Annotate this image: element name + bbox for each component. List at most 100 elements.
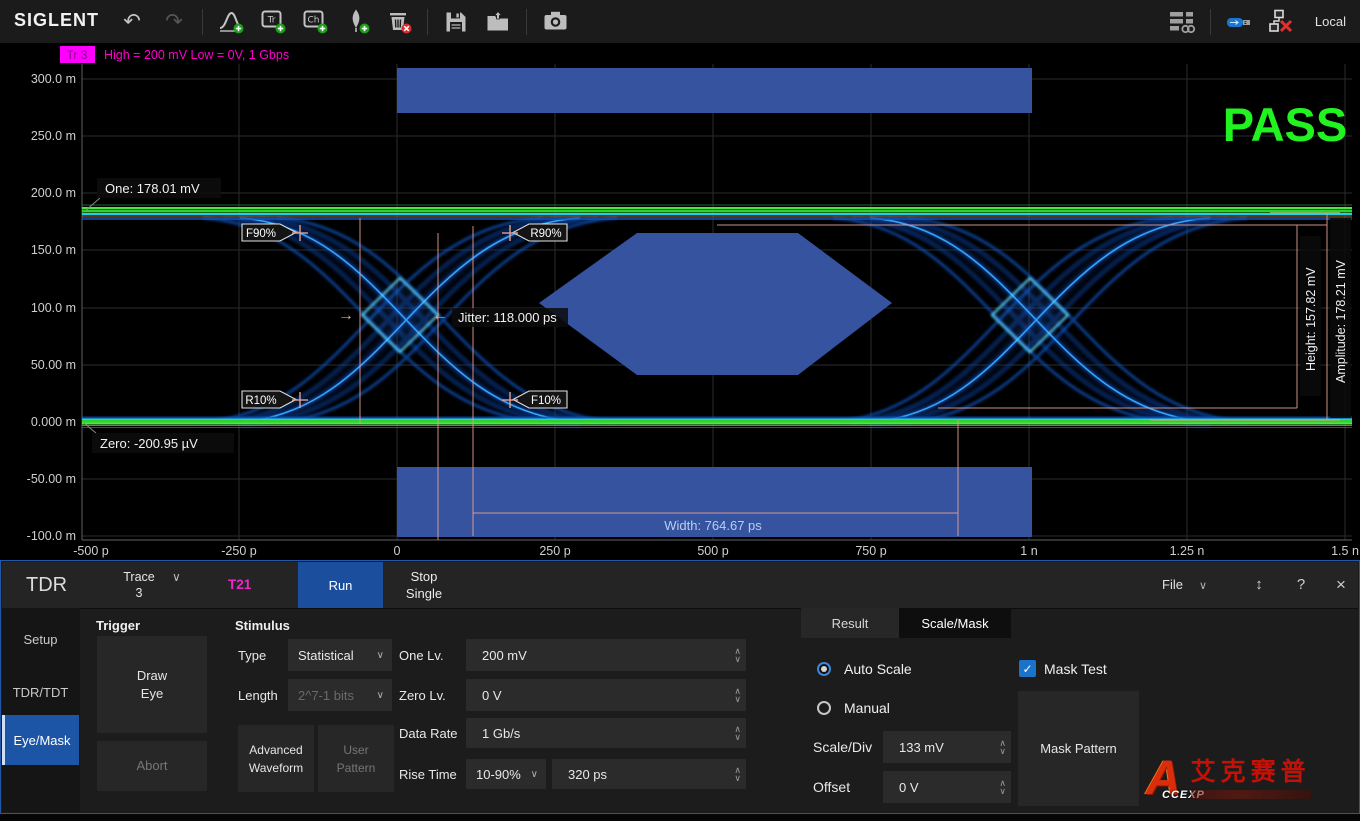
trace-id-label[interactable]: T21 bbox=[228, 562, 251, 608]
offset-input[interactable]: 0 V ∧∨ bbox=[883, 771, 1011, 803]
one-level-label: One Lv. bbox=[399, 639, 444, 671]
connection-status[interactable]: Local bbox=[1315, 14, 1346, 29]
auto-scale-label: Auto Scale bbox=[844, 656, 912, 682]
manual-label: Manual bbox=[844, 695, 890, 721]
svg-text:Ch: Ch bbox=[307, 16, 319, 26]
trace-info-label: High = 200 mV Low = 0V, 1 Gbps bbox=[104, 48, 289, 62]
stop-single-button[interactable]: Stop Single bbox=[390, 562, 458, 608]
zero-level-band bbox=[82, 418, 1352, 428]
y-tick: 100.0 m bbox=[31, 301, 76, 315]
trigger-group-title: Trigger bbox=[96, 618, 140, 633]
width-annotation: Width: 764.67 ps bbox=[664, 518, 762, 533]
add-trace-icon[interactable]: Tr bbox=[259, 8, 287, 36]
open-file-icon[interactable] bbox=[484, 8, 512, 36]
x-tick: 1.25 n bbox=[1170, 544, 1205, 558]
x-tick: 0 bbox=[394, 544, 401, 558]
x-tick: -500 p bbox=[73, 544, 108, 558]
user-pattern-button[interactable]: User Pattern bbox=[318, 725, 394, 792]
tab-scale-mask[interactable]: Scale/Mask bbox=[899, 608, 1011, 638]
y-tick: -50.00 m bbox=[27, 472, 76, 486]
usb-icon bbox=[1225, 8, 1253, 36]
save-icon[interactable] bbox=[442, 8, 470, 36]
tab-eye-mask[interactable]: Eye/Mask bbox=[2, 715, 79, 765]
scale-div-input[interactable]: 133 mV ∧∨ bbox=[883, 731, 1011, 763]
zero-level-input[interactable]: 0 V ∧∨ bbox=[466, 679, 746, 711]
chevron-down-icon: ∨ bbox=[377, 650, 384, 661]
type-dropdown[interactable]: Statistical ∨ bbox=[288, 639, 392, 671]
data-rate-input[interactable]: 1 Gb/s ∧∨ bbox=[466, 718, 746, 748]
auto-scale-radio[interactable] bbox=[817, 662, 831, 676]
screenshot-icon[interactable] bbox=[541, 8, 569, 36]
marker-r90-label[interactable]: R90% bbox=[530, 228, 561, 240]
delete-trace-icon[interactable] bbox=[385, 8, 413, 36]
tab-setup[interactable]: Setup bbox=[2, 617, 79, 661]
tab-tdr-tdt[interactable]: TDR/TDT bbox=[2, 670, 79, 714]
add-marker-icon[interactable] bbox=[343, 8, 371, 36]
marker-f10-label[interactable]: F10% bbox=[531, 395, 561, 407]
advanced-waveform-button[interactable]: Advanced Waveform bbox=[238, 725, 314, 792]
checkmark-icon: ✓ bbox=[1022, 662, 1032, 676]
add-function-icon[interactable] bbox=[217, 8, 245, 36]
mask-pattern-button[interactable]: Mask Pattern bbox=[1018, 691, 1139, 806]
mask-top-region bbox=[397, 68, 1032, 113]
rise-time-range-dropdown[interactable]: 10-90% ∨ bbox=[466, 759, 546, 789]
eye-diagram-plot: 300.0 m 250.0 m 200.0 m 150.0 m 100.0 m … bbox=[0, 43, 1360, 560]
run-button[interactable]: Run bbox=[298, 562, 383, 608]
zero-level-label: Zero Lv. bbox=[399, 679, 446, 711]
y-tick: 50.00 m bbox=[31, 358, 76, 372]
network-error-icon bbox=[1267, 8, 1295, 36]
undo-icon[interactable]: ↶ bbox=[118, 8, 146, 36]
side-tab-bar: Setup TDR/TDT Eye/Mask bbox=[2, 608, 80, 812]
data-rate-value: 1 Gb/s bbox=[482, 726, 520, 741]
one-level-annotation: One: 178.01 mV bbox=[105, 181, 200, 196]
zero-level-value: 0 V bbox=[482, 688, 502, 703]
length-value: 2^7-1 bits bbox=[298, 688, 354, 703]
mask-regions bbox=[397, 68, 1032, 537]
rise-time-input[interactable]: 320 ps ∧∨ bbox=[552, 759, 746, 789]
y-tick: 300.0 m bbox=[31, 72, 76, 86]
accexp-logo: A CCEXP bbox=[1146, 755, 1181, 803]
stimulus-group-title: Stimulus bbox=[235, 618, 290, 633]
add-channel-icon[interactable]: Ch bbox=[301, 8, 329, 36]
chevron-down-icon: ∨ bbox=[1199, 563, 1207, 609]
svg-text:Tr: Tr bbox=[266, 16, 275, 26]
trace-badge-label: Tr 3 bbox=[67, 48, 88, 62]
stepper-arrows-icon[interactable]: ∧∨ bbox=[734, 760, 741, 788]
one-level-value: 200 mV bbox=[482, 648, 527, 663]
mask-test-checkbox[interactable]: ✓ bbox=[1019, 660, 1036, 677]
help-icon[interactable]: ? bbox=[1290, 562, 1312, 608]
redo-icon[interactable]: ↷ bbox=[160, 8, 188, 36]
stepper-arrows-icon[interactable]: ∧∨ bbox=[999, 772, 1006, 802]
y-tick: 150.0 m bbox=[31, 243, 76, 257]
stepper-arrows-icon[interactable]: ∧∨ bbox=[734, 719, 741, 747]
zero-level-annotation: Zero: -200.95 µV bbox=[100, 436, 198, 451]
y-tick: 0.000 m bbox=[31, 415, 76, 429]
trace-selector[interactable]: Trace 3 bbox=[106, 562, 172, 608]
jitter-arrow-left: ← bbox=[432, 307, 448, 324]
chevron-down-icon: ∨ bbox=[172, 570, 181, 584]
x-tick: 250 p bbox=[539, 544, 570, 558]
one-level-band bbox=[82, 205, 1352, 219]
file-menu[interactable]: File bbox=[1162, 562, 1183, 608]
marker-f90-label[interactable]: F90% bbox=[246, 228, 276, 240]
session-layout-icon[interactable] bbox=[1168, 8, 1196, 36]
accexp-watermark: A CCEXP 艾克赛普 bbox=[1146, 748, 1356, 810]
resize-panel-icon[interactable]: ↕ bbox=[1248, 562, 1270, 608]
tab-result[interactable]: Result bbox=[801, 608, 899, 638]
marker-r10-label[interactable]: R10% bbox=[245, 395, 276, 407]
toolbar-divider bbox=[526, 9, 527, 35]
manual-radio[interactable] bbox=[817, 701, 831, 715]
length-dropdown[interactable]: 2^7-1 bits ∨ bbox=[288, 679, 392, 711]
rise-time-value: 320 ps bbox=[568, 767, 607, 782]
rise-time-label: Rise Time bbox=[399, 759, 457, 789]
one-level-input[interactable]: 200 mV ∧∨ bbox=[466, 639, 746, 671]
close-panel-icon[interactable]: × bbox=[1330, 562, 1352, 608]
stepper-arrows-icon[interactable]: ∧∨ bbox=[999, 732, 1006, 762]
stepper-arrows-icon[interactable]: ∧∨ bbox=[734, 640, 741, 670]
y-tick: -100.0 m bbox=[27, 529, 76, 543]
toolbar-divider bbox=[1210, 9, 1211, 35]
abort-button[interactable]: Abort bbox=[97, 741, 207, 791]
length-label: Length bbox=[238, 679, 278, 711]
draw-eye-button[interactable]: Draw Eye bbox=[97, 636, 207, 733]
stepper-arrows-icon[interactable]: ∧∨ bbox=[734, 680, 741, 710]
